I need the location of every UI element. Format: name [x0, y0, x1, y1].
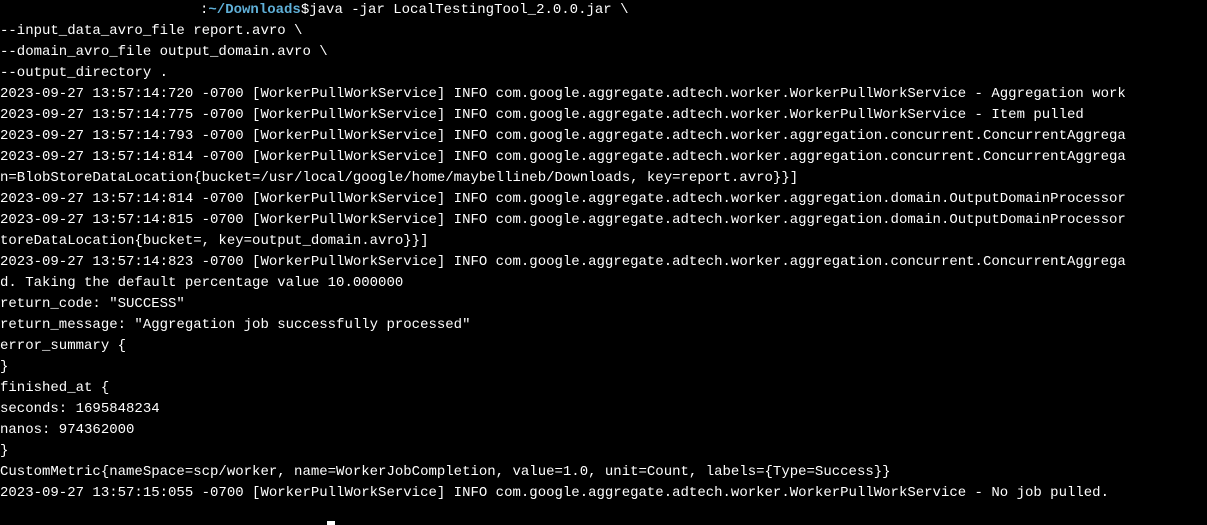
log-line-4: 2023-09-27 13:57:14:814 -0700 [WorkerPul… — [0, 147, 1207, 168]
log-line-20: CustomMetric{nameSpace=scp/worker, name=… — [0, 462, 1207, 483]
redacted-hostname — [0, 0, 200, 21]
cursor — [327, 521, 335, 525]
log-line-2: 2023-09-27 13:57:14:775 -0700 [WorkerPul… — [0, 105, 1207, 126]
command-line-3: --domain_avro_file output_domain.avro \ — [0, 42, 1207, 63]
log-line-15: finished_at { — [0, 378, 1207, 399]
prompt-path: ~/Downloads — [208, 0, 300, 21]
prompt-colon: : — [200, 0, 208, 21]
log-line-1: 2023-09-27 13:57:14:720 -0700 [WorkerPul… — [0, 84, 1207, 105]
log-line-21: 2023-09-27 13:57:15:055 -0700 [WorkerPul… — [0, 483, 1207, 504]
log-line-10: d. Taking the default percentage value 1… — [0, 273, 1207, 294]
log-line-14: } — [0, 357, 1207, 378]
log-line-8: toreDataLocation{bucket=, key=output_dom… — [0, 231, 1207, 252]
command-line-2: --input_data_avro_file report.avro \ — [0, 21, 1207, 42]
log-line-12: return_message: "Aggregation job success… — [0, 315, 1207, 336]
log-line-7: 2023-09-27 13:57:14:815 -0700 [WorkerPul… — [0, 210, 1207, 231]
log-line-11: return_code: "SUCCESS" — [0, 294, 1207, 315]
log-line-6: 2023-09-27 13:57:14:814 -0700 [WorkerPul… — [0, 189, 1207, 210]
terminal-output[interactable]: :~/Downloads$ java -jar LocalTestingTool… — [0, 0, 1207, 525]
log-line-16: seconds: 1695848234 — [0, 399, 1207, 420]
command-line-4: --output_directory . — [0, 63, 1207, 84]
log-line-13: error_summary { — [0, 336, 1207, 357]
prompt-line: :~/Downloads$ java -jar LocalTestingTool… — [0, 0, 1207, 21]
log-line-17: nanos: 974362000 — [0, 420, 1207, 441]
log-line-3: 2023-09-27 13:57:14:793 -0700 [WorkerPul… — [0, 126, 1207, 147]
log-line-18: } — [0, 441, 1207, 462]
log-line-9: 2023-09-27 13:57:14:823 -0700 [WorkerPul… — [0, 252, 1207, 273]
command-text-1: java -jar LocalTestingTool_2.0.0.jar \ — [309, 0, 628, 21]
log-line-5: n=BlobStoreDataLocation{bucket=/usr/loca… — [0, 168, 1207, 189]
cursor-line — [0, 504, 1207, 525]
prompt-dollar: $ — [301, 0, 309, 21]
